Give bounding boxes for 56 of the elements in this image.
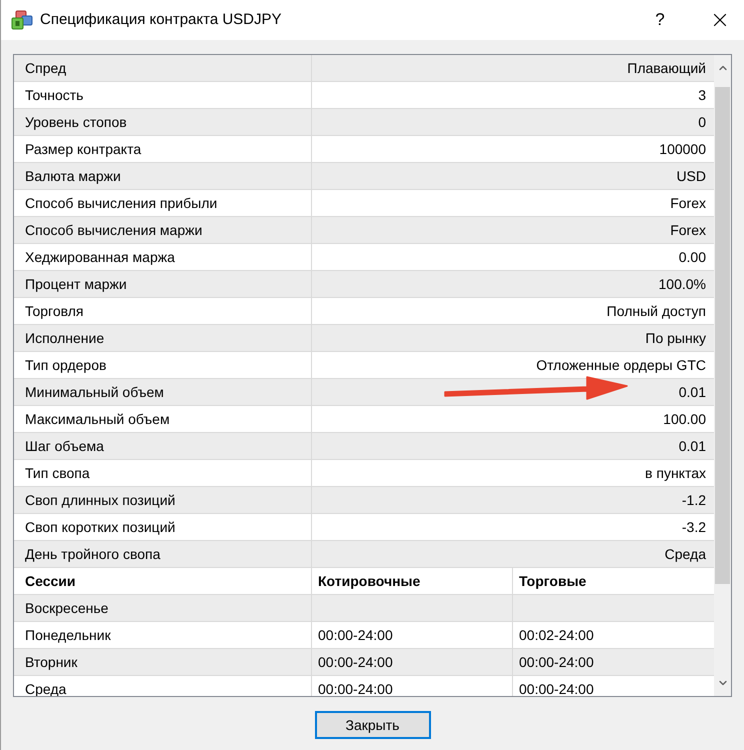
value-cell-text: По рынку — [645, 328, 706, 348]
day-cell: Понедельник — [14, 622, 312, 648]
day-cell: Вторник — [14, 649, 312, 675]
value-cell-text: 0 — [698, 112, 706, 132]
property-cell: Исполнение — [14, 325, 312, 351]
property-cell: Торговля — [14, 298, 312, 324]
property-cell: Валюта маржи — [14, 163, 312, 189]
trade-hours-cell-text: 00:02-24:00 — [518, 626, 595, 644]
value-cell-text: 0.01 — [678, 436, 706, 456]
value-cell-text: 0.00 — [678, 248, 706, 266]
value-cell-text: Forex — [670, 220, 706, 240]
value-cell-text: Отложенные ордеры GTC — [536, 356, 706, 375]
value-cell-text: 0.01 — [678, 382, 706, 402]
property-cell: Процент маржи — [14, 271, 312, 297]
property-cell: Шаг объема — [14, 433, 312, 459]
property-cell: Тип свопа — [14, 460, 312, 486]
window-title: Спецификация контракта USDJPY — [40, 10, 282, 30]
property-cell: Способ вычисления прибыли — [14, 190, 312, 216]
column-header: Торговые — [518, 572, 588, 591]
value-cell-text: Полный доступ — [606, 302, 706, 321]
property-cell: Уровень стопов — [14, 109, 312, 135]
property-cell: Своп коротких позиций — [14, 514, 312, 540]
scrollbar[interactable] — [714, 55, 731, 696]
property-cell: Минимальный объем — [14, 379, 312, 405]
close-button[interactable]: Закрыть — [314, 711, 430, 739]
property-cell: Своп длинных позиций — [14, 487, 312, 513]
property-cell: Тип ордеров — [14, 352, 312, 378]
scrollbar-thumb[interactable] — [715, 87, 730, 584]
help-button[interactable]: ? — [637, 0, 683, 40]
quote-hours-cell: 00:00-24:00 — [312, 649, 513, 675]
value-cell-text: 100.00 — [663, 410, 706, 428]
property-cell: Спред — [14, 55, 312, 81]
app-icon — [11, 10, 33, 30]
property-cell: Максимальный объем — [14, 406, 312, 432]
property-cell: День тройного свопа — [14, 541, 312, 567]
value-cell-text: Плавающий — [627, 58, 706, 78]
trade-hours-cell-text: 00:00-24:00 — [518, 652, 595, 672]
value-cell-text: Среда — [664, 544, 706, 564]
value-cell-text: 100000 — [659, 140, 706, 158]
quote-hours-cell: 00:00-24:00 — [312, 676, 513, 696]
property-cell: Размер контракта — [14, 136, 312, 162]
quote-hours-cell: 00:00-24:00 — [312, 622, 513, 648]
property-cell: Способ вычисления маржи — [14, 217, 312, 243]
value-cell-text: -3.2 — [682, 518, 706, 536]
day-cell: Воскресенье — [14, 595, 312, 621]
value-cell-text: в пунктах — [645, 464, 706, 483]
trade-hours-cell-text: 00:00-24:00 — [518, 680, 595, 696]
column-header: Сессии — [14, 568, 312, 594]
property-cell: Точность — [14, 82, 312, 108]
column-header: Котировочные — [312, 568, 513, 594]
value-cell-text: 100.0% — [658, 274, 706, 294]
value-cell-text: Forex — [670, 194, 706, 212]
value-cell-text: -1.2 — [682, 490, 706, 510]
value-cell-text: USD — [676, 166, 706, 186]
value-cell-text: 3 — [698, 86, 706, 104]
property-cell: Хеджированная маржа — [14, 244, 312, 270]
